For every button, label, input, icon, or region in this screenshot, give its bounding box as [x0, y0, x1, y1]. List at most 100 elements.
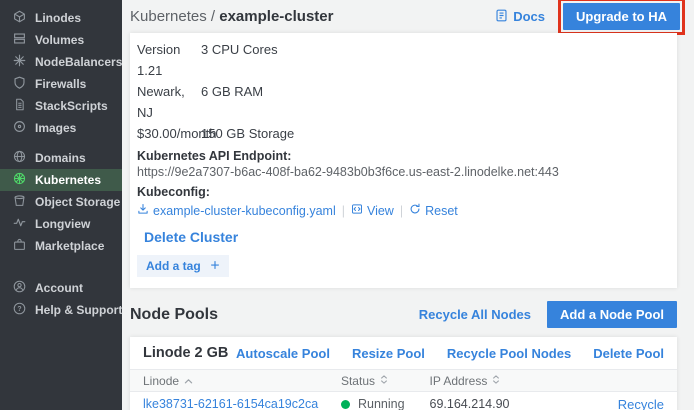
download-icon: [137, 203, 149, 218]
sidebar-item-marketplace[interactable]: Marketplace: [0, 235, 122, 257]
sidebar-item-label: Account: [35, 281, 83, 295]
docs-link[interactable]: Docs: [495, 9, 545, 25]
breadcrumb-separator: /: [211, 8, 215, 25]
cluster-region: Newark, NJ: [137, 81, 201, 123]
domains-icon: [13, 150, 26, 166]
column-header-status[interactable]: Status: [341, 374, 430, 388]
api-endpoint-label: Kubernetes API Endpoint:: [137, 149, 665, 163]
kubeconfig-file-name: example-cluster-kubeconfig.yaml: [153, 204, 336, 218]
recycle-pool-nodes-button[interactable]: Recycle Pool Nodes: [447, 346, 571, 361]
column-label: Linode: [143, 374, 179, 388]
divider: |: [400, 204, 403, 218]
sort-both-icon: [380, 374, 388, 388]
kubeconfig-reset-link[interactable]: Reset: [409, 203, 458, 218]
column-header-linode[interactable]: Linode: [143, 374, 341, 388]
sidebar-item-label: Kubernetes: [35, 173, 101, 187]
images-icon: [13, 120, 26, 136]
status-label: Running: [358, 397, 405, 410]
sidebar-item-label: Longview: [35, 217, 90, 231]
add-node-pool-button[interactable]: Add a Node Pool: [547, 301, 677, 328]
sidebar-item-nodebalancers[interactable]: NodeBalancers: [0, 51, 122, 73]
main-content: Kubernetes / example-cluster Docs Upgrad…: [122, 0, 694, 410]
spec-row: Version 1.21 3 CPU Cores: [137, 39, 665, 81]
page-header: Kubernetes / example-cluster Docs Upgrad…: [122, 0, 694, 33]
longview-icon: [13, 216, 26, 232]
stackscripts-icon: [13, 98, 26, 114]
kubernetes-icon: [13, 172, 26, 188]
sidebar-nav: Linodes Volumes NodeBalancers Firewalls …: [0, 0, 122, 410]
sidebar-item-label: Object Storage: [35, 195, 120, 209]
sidebar-item-object-storage[interactable]: Object Storage: [0, 191, 122, 213]
sort-both-icon: [492, 374, 500, 388]
sidebar-item-account[interactable]: Account: [0, 277, 122, 299]
breadcrumb: Kubernetes / example-cluster: [130, 8, 333, 25]
sidebar-item-stackscripts[interactable]: StackScripts: [0, 95, 122, 117]
sidebar-item-label: Firewalls: [35, 77, 86, 91]
recycle-node-button[interactable]: Recycle: [618, 397, 664, 410]
node-link[interactable]: lke38731-62161-6154ca19c2ca: [143, 397, 341, 410]
add-tag-label: Add a tag: [146, 259, 201, 273]
sidebar-item-label: Linodes: [35, 11, 81, 25]
sidebar-item-label: NodeBalancers: [35, 55, 122, 69]
divider: |: [342, 204, 345, 218]
kubeconfig-actions: example-cluster-kubeconfig.yaml | View |…: [137, 203, 665, 218]
cluster-cpu: 3 CPU Cores: [201, 39, 278, 81]
spec-row: $30.00/month 150 GB Storage: [137, 123, 665, 144]
sidebar-item-volumes[interactable]: Volumes: [0, 29, 122, 51]
column-header-ip[interactable]: IP Address: [430, 374, 576, 388]
sidebar-item-help-support[interactable]: ? Help & Support: [0, 299, 122, 321]
node-pools-header: Node Pools Recycle All Nodes Add a Node …: [130, 301, 677, 328]
recycle-all-nodes-button[interactable]: Recycle All Nodes: [419, 307, 531, 322]
delete-cluster-button[interactable]: Delete Cluster: [144, 229, 665, 245]
kubeconfig-label: Kubeconfig:: [137, 185, 665, 199]
sidebar-item-images[interactable]: Images: [0, 117, 122, 139]
ip-address: 69.164.214.90: [430, 397, 576, 410]
sidebar-item-domains[interactable]: Domains: [0, 147, 122, 169]
kubeconfig-view-link[interactable]: View: [351, 203, 394, 218]
spec-row: Newark, NJ 6 GB RAM: [137, 81, 665, 123]
sidebar-item-label: Images: [35, 121, 76, 135]
account-icon: [13, 280, 26, 296]
delete-pool-button[interactable]: Delete Pool: [593, 346, 664, 361]
app-window: Linodes Volumes NodeBalancers Firewalls …: [0, 0, 694, 410]
sidebar-item-label: StackScripts: [35, 99, 108, 113]
linodes-icon: [13, 10, 26, 26]
header-actions: Docs Upgrade to HA: [495, 0, 685, 35]
table-row: lke38731-62161-6154ca19c2ca Running 69.1…: [130, 392, 677, 410]
sidebar-item-label: Domains: [35, 151, 86, 165]
status-cell: Running: [341, 397, 430, 410]
sidebar-item-kubernetes[interactable]: Kubernetes: [0, 169, 122, 191]
kubeconfig-download-link[interactable]: example-cluster-kubeconfig.yaml: [137, 203, 336, 218]
sidebar-item-label: Marketplace: [35, 239, 104, 253]
svg-text:?: ?: [17, 306, 21, 313]
api-endpoint-url: https://9e2a7307-b6ac-408f-ba62-9483b0b3…: [137, 165, 665, 180]
annotation-highlight-box: Upgrade to HA: [558, 0, 685, 35]
view-label: View: [367, 204, 394, 218]
sidebar-item-label: Volumes: [35, 33, 84, 47]
object-storage-icon: [13, 194, 26, 210]
pool-header: Linode 2 GB Autoscale Pool Resize Pool R…: [130, 337, 677, 369]
sidebar-item-label: Help & Support: [35, 303, 122, 317]
autoscale-pool-button[interactable]: Autoscale Pool: [236, 346, 330, 361]
upgrade-to-ha-button[interactable]: Upgrade to HA: [563, 3, 680, 30]
add-tag-button[interactable]: Add a tag: [137, 255, 229, 277]
sidebar-item-longview[interactable]: Longview: [0, 213, 122, 235]
sidebar-item-firewalls[interactable]: Firewalls: [0, 73, 122, 95]
column-label: Status: [341, 374, 375, 388]
docs-icon: [495, 9, 508, 25]
cluster-summary-card: Version 1.21 3 CPU Cores Newark, NJ 6 GB…: [130, 33, 677, 288]
cluster-price: $30.00/month: [137, 123, 201, 144]
volumes-icon: [13, 32, 26, 48]
breadcrumb-current: example-cluster: [219, 8, 333, 25]
pool-name: Linode 2 GB: [143, 345, 228, 361]
nodebalancers-icon: [13, 54, 26, 70]
sidebar-item-linodes[interactable]: Linodes: [0, 7, 122, 29]
cluster-storage: 150 GB Storage: [201, 123, 294, 144]
breadcrumb-section[interactable]: Kubernetes: [130, 8, 207, 25]
sidebar-group-gap: [0, 139, 122, 147]
pool-action-links: Autoscale Pool Resize Pool Recycle Pool …: [236, 346, 664, 361]
reset-label: Reset: [425, 204, 458, 218]
node-pools-title: Node Pools: [130, 306, 218, 324]
node-pools-actions: Recycle All Nodes Add a Node Pool: [419, 301, 677, 328]
resize-pool-button[interactable]: Resize Pool: [352, 346, 425, 361]
